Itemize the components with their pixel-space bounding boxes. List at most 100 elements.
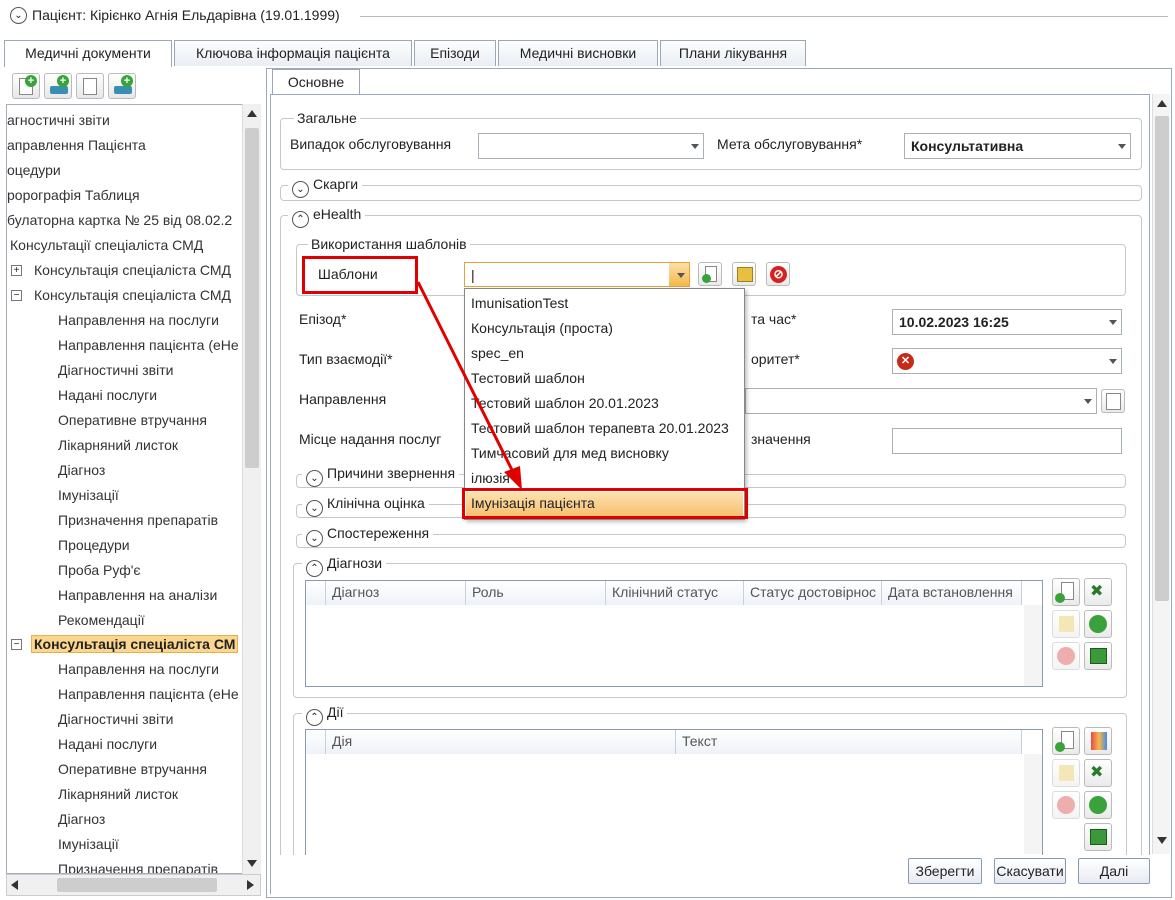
save-button[interactable]: Зберегти [908, 858, 982, 884]
tree-item[interactable]: Направлення на послуги [58, 312, 219, 328]
collapse-chevron-icon[interactable]: ⌃ [292, 211, 309, 228]
column-header[interactable]: Діагноз [326, 581, 466, 605]
tree-item[interactable]: Консультації спеціаліста СМД [10, 237, 203, 253]
expand-chevron-icon[interactable]: ⌄ [292, 181, 309, 198]
edit-referral-button[interactable] [1101, 389, 1125, 413]
tools-button[interactable]: ✖ [1084, 759, 1112, 787]
tab-treatment-plans[interactable]: Плани лікування [660, 40, 806, 66]
tree-item[interactable]: Надані послуги [58, 736, 157, 752]
table-scrollbar[interactable] [1024, 605, 1042, 686]
tree-item[interactable]: Направлення пацієнта (eHe [58, 686, 239, 702]
column-header[interactable]: Дія [326, 730, 676, 754]
scroll-up-icon[interactable] [247, 110, 257, 117]
goal-dropdown[interactable]: Консультативна [904, 133, 1131, 159]
scroll-left-icon[interactable] [11, 880, 18, 890]
tab-episodes[interactable]: Епізоди [414, 40, 496, 66]
delete-action-button[interactable] [1052, 791, 1080, 819]
column-header[interactable]: Текст [676, 730, 1022, 754]
tree-item[interactable]: Надані послуги [58, 387, 157, 403]
refresh-button[interactable] [1084, 791, 1112, 819]
tree-item[interactable]: Рекомендації [58, 612, 145, 628]
complaints-section[interactable]: ⌄ Скарги [288, 176, 363, 198]
tab-medical-documents[interactable]: Медичні документи [4, 40, 172, 67]
open-action-button[interactable] [1052, 759, 1080, 787]
tree-item[interactable]: Лікарняний листок [58, 437, 178, 453]
scroll-down-icon[interactable] [247, 860, 257, 867]
collapse-chevron-icon[interactable]: ⌄ [10, 7, 27, 24]
add-document-button[interactable]: + [12, 73, 40, 99]
tab-main[interactable]: Основне [272, 69, 360, 95]
open-template-button[interactable] [732, 262, 756, 286]
tree-item[interactable]: Консультація спеціаліста СМД [34, 262, 231, 278]
tree-item[interactable]: Лікарняний листок [58, 786, 178, 802]
tree-vertical-scrollbar[interactable] [242, 104, 261, 874]
diagnoses-section[interactable]: ⌃ Діагнози [302, 555, 387, 577]
table-scrollbar[interactable] [1024, 754, 1042, 854]
form-vertical-scrollbar[interactable] [1152, 94, 1170, 854]
tree-horizontal-scrollbar[interactable] [6, 874, 261, 896]
expand-chevron-icon[interactable]: ⌄ [306, 530, 323, 547]
scroll-down-icon[interactable] [1157, 837, 1167, 844]
priority-dropdown[interactable]: ✕ [892, 348, 1122, 374]
expand-icon[interactable]: + [11, 265, 22, 276]
tree-item[interactable]: Оперативне втручання [58, 761, 207, 777]
tools-button[interactable]: ✖ [1084, 578, 1112, 606]
tree-item[interactable]: Діагностичні звіти [58, 711, 173, 727]
add-hospital-button[interactable]: + [44, 73, 72, 99]
tree-item[interactable]: оцедури [7, 162, 61, 178]
tree-item[interactable]: Діагноз [58, 462, 105, 478]
refresh-button[interactable] [1084, 610, 1112, 638]
case-dropdown[interactable] [478, 133, 704, 159]
tree-item[interactable]: Діагностичні звіти [58, 362, 173, 378]
tree-item[interactable]: Направлення на послуги [58, 661, 219, 677]
column-header[interactable]: Клінічний статус [606, 581, 744, 605]
tree-item[interactable]: Направлення на аналізи [58, 587, 217, 603]
hscroll-thumb[interactable] [57, 878, 217, 892]
next-button[interactable]: Далі [1078, 858, 1150, 884]
column-header[interactable]: Роль [466, 581, 606, 605]
add-diagnosis-button[interactable] [1052, 578, 1080, 606]
delete-diagnosis-button[interactable] [1052, 642, 1080, 670]
tree-item[interactable]: Призначення препаратів [58, 512, 218, 528]
tree-item[interactable]: Імунізації [58, 487, 119, 503]
table-settings-button[interactable] [1084, 642, 1112, 670]
add-template-button[interactable] [698, 262, 722, 286]
collapse-icon[interactable]: − [11, 639, 22, 650]
tab-key-info[interactable]: Ключова інформація пацієнта [174, 40, 412, 66]
column-header[interactable]: Статус достовірнос [744, 581, 882, 605]
referral-dropdown[interactable] [745, 388, 1097, 414]
tree-item[interactable]: Процедури [58, 537, 130, 553]
scroll-up-icon[interactable] [1157, 100, 1167, 107]
delete-template-button[interactable]: ⊘ [766, 262, 790, 286]
expand-chevron-icon[interactable]: ⌄ [306, 470, 323, 487]
cancel-button[interactable]: Скасувати [994, 858, 1066, 884]
add-action-button[interactable] [1052, 727, 1080, 755]
tree-item-selected[interactable]: Консультація спеціаліста СМ [31, 635, 239, 653]
tree-item[interactable]: рорографія Таблиця [7, 187, 140, 203]
datetime-dropdown[interactable]: 10.02.2023 16:25 [892, 309, 1122, 335]
scroll-right-icon[interactable] [247, 880, 254, 890]
tree-item[interactable]: Призначення препаратів [58, 861, 218, 873]
tab-medical-conclusions[interactable]: Медичні висновки [498, 40, 658, 66]
collapse-chevron-icon[interactable]: ⌃ [306, 709, 323, 726]
column-header[interactable]: Дата встановлення [882, 581, 1022, 605]
open-diagnosis-button[interactable] [1052, 610, 1080, 638]
tree-item[interactable]: агностичні звіти [7, 112, 110, 128]
scroll-thumb[interactable] [245, 128, 259, 468]
add-inpatient-button[interactable]: + [108, 73, 136, 99]
tree-item[interactable]: аправлення Пацієнта [7, 137, 146, 153]
tree-item[interactable]: Направлення пацієнта (eHe [58, 337, 239, 353]
purpose-input[interactable] [892, 428, 1122, 454]
scroll-thumb[interactable] [1155, 116, 1169, 601]
tree-item[interactable]: Імунізації [58, 836, 119, 852]
add-record-button[interactable] [76, 73, 104, 99]
tree-item[interactable]: булаторна картка № 25 від 08.02.2 [7, 212, 232, 228]
table-settings-button[interactable] [1084, 823, 1112, 851]
tree-item[interactable]: Проба Руф'є [58, 562, 141, 578]
collapse-chevron-icon[interactable]: ⌃ [306, 560, 323, 577]
actions-section[interactable]: ⌃ Дії [302, 704, 348, 726]
observations-section[interactable]: ⌄ Спостереження [302, 525, 434, 547]
tree-item[interactable]: Консультація спеціаліста СМД [34, 287, 231, 303]
expand-chevron-icon[interactable]: ⌄ [306, 500, 323, 517]
collapse-icon[interactable]: − [11, 290, 22, 301]
